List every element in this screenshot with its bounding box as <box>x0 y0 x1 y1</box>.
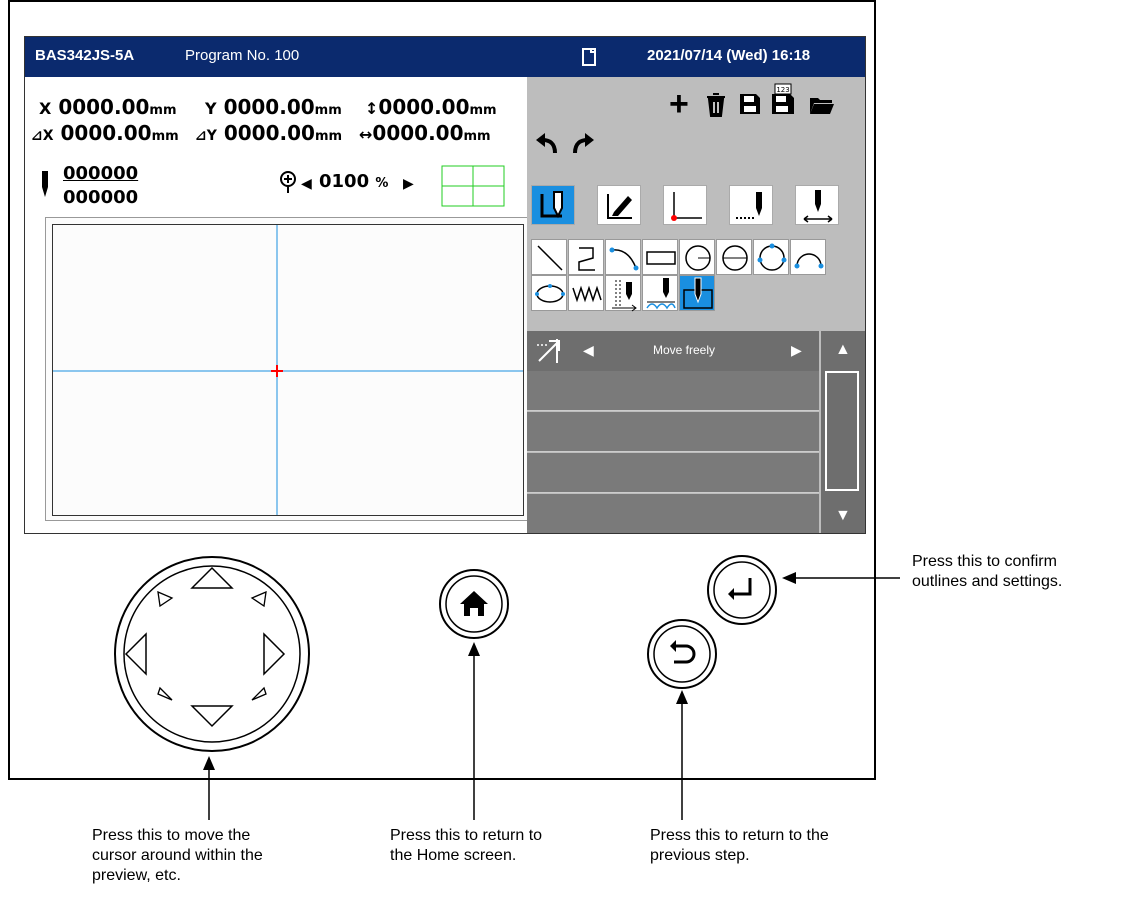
cursor-caption-line: Press this to move the <box>92 827 251 844</box>
cursor-caption-line: preview, etc. <box>92 867 181 884</box>
confirm-caption: Press this to confirm outlines and setti… <box>912 552 1062 592</box>
home-caption: Press this to return to the Home screen. <box>390 826 542 866</box>
home-caption-line: Press this to return to <box>390 827 543 844</box>
confirm-caption-line: Press this to confirm <box>912 553 1057 570</box>
home-callout-arrowhead <box>468 642 480 656</box>
home-caption-line: the Home screen. <box>390 847 517 864</box>
confirm-callout-arrowhead <box>782 572 796 584</box>
back-caption-line: Press this to return to the <box>650 827 829 844</box>
cursor-caption: Press this to move the cursor around wit… <box>92 826 263 886</box>
callout-lines <box>203 572 900 820</box>
back-callout-arrowhead <box>676 690 688 704</box>
cursor-caption-line: cursor around within the <box>92 847 263 864</box>
back-caption: Press this to return to the previous ste… <box>650 826 829 866</box>
confirm-caption-line: outlines and settings. <box>912 573 1063 590</box>
back-caption-line: previous step. <box>650 847 750 864</box>
cursor-callout-arrowhead <box>203 756 215 770</box>
